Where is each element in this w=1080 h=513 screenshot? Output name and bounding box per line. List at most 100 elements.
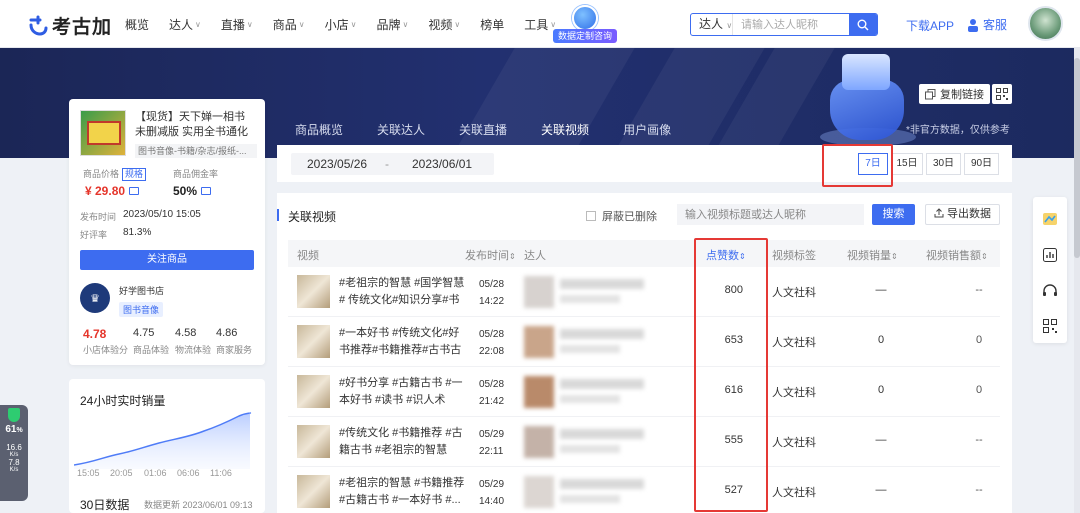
table-row[interactable]: #传统文化 #书籍推荐 #古籍古书 #老祖宗的智慧 05/29 22:11 555… (288, 417, 1000, 467)
chevron-down-icon: ∨ (402, 19, 409, 29)
hide-deleted-toggle[interactable]: 屏蔽已删除 (586, 208, 657, 224)
nav-item-brand[interactable]: 品牌 ∨ (377, 16, 409, 33)
nav-item-tools[interactable]: 工具 ∨ (524, 16, 556, 33)
video-search-input[interactable] (677, 204, 864, 225)
upload-speed: 16.6 (6, 443, 22, 452)
video-thumbnail[interactable] (297, 425, 330, 458)
table-row[interactable]: #老祖宗的智慧 #国学智慧# 传统文化#知识分享#书籍... 05/28 14:2… (288, 267, 1000, 317)
nav-item-talent[interactable]: 达人 ∨ (169, 16, 201, 33)
shop-name[interactable]: 好学图书店 (119, 284, 164, 297)
video-title[interactable]: #老祖宗的智慧 #国学智慧# 传统文化#知识分享#书籍... (339, 275, 469, 309)
period-30d-button[interactable]: 30日 (926, 153, 961, 175)
spec-tag[interactable]: 规格 (122, 168, 147, 181)
detail-tabs: 商品概览 关联达人 关联直播 关联视频 用户画像 (295, 121, 671, 148)
period-15d-button[interactable]: 15日 (891, 153, 923, 175)
video-tag: 人文社科 (772, 287, 816, 299)
nav-item-shop[interactable]: 小店 ∨ (325, 16, 357, 33)
tab-related-video[interactable]: 关联视频 (541, 121, 590, 148)
table-row[interactable]: #老祖宗的智慧 #书籍推荐 #古籍古书 #一本好书 #... 05/29 14:4… (288, 467, 1000, 513)
talent-avatar-blurred[interactable] (524, 326, 554, 358)
publish-date: 05/28 (479, 329, 505, 340)
video-thumbnail[interactable] (297, 325, 330, 358)
col-publish-time[interactable]: 发布时间⇕ (465, 247, 516, 263)
headset-icon[interactable] (1041, 282, 1059, 300)
talent-info-blurred (560, 345, 620, 353)
product-image[interactable] (80, 110, 126, 156)
time-tick: 15:05 (77, 468, 100, 478)
nav-item-ranking[interactable]: 榜单 (480, 16, 504, 33)
product-title[interactable]: 【现货】天下婵一相书 未删减版 实用全书通化 … (135, 110, 257, 140)
search-button[interactable] (849, 14, 877, 35)
table-row[interactable]: #好书分享 #古籍古书 #一本好书 #读书 #识人术 05/28 21:42 61… (288, 367, 1000, 417)
commission-value: 50% (173, 184, 198, 198)
follow-product-button[interactable]: 关注商品 (80, 250, 254, 270)
col-video-tag: 视频标签 (772, 250, 816, 262)
brand-logo[interactable]: 考古加 (28, 12, 112, 39)
page-scrollbar[interactable] (1074, 48, 1080, 513)
table-row[interactable]: #一本好书 #传统文化#好书推荐#书籍推荐#古书古籍 05/2822:08 65… (288, 317, 1000, 367)
video-thumbnail[interactable] (297, 475, 330, 508)
col-video-sales[interactable]: 视频销量⇕ (847, 247, 898, 263)
tab-related-talent[interactable]: 关联达人 (377, 121, 425, 148)
talent-search-input[interactable] (733, 14, 849, 35)
copy-link-button[interactable]: 复制链接 (919, 84, 990, 104)
download-app-link[interactable]: 下载APP (906, 17, 954, 34)
video-sales: — (875, 284, 887, 296)
export-button[interactable]: 导出数据 (925, 204, 1000, 225)
tab-user-profile[interactable]: 用户画像 (623, 121, 671, 148)
talent-avatar-blurred[interactable] (524, 376, 554, 408)
user-avatar[interactable] (1028, 6, 1063, 41)
talent-avatar-blurred[interactable] (524, 426, 554, 458)
talent-name-blurred (560, 279, 644, 289)
nav-label: 榜单 (480, 17, 505, 32)
nav-item-live[interactable]: 直播 ∨ (221, 16, 253, 33)
video-search-button[interactable]: 搜索 (872, 204, 915, 225)
export-icon (934, 208, 944, 218)
export-label: 导出数据 (947, 208, 992, 220)
shop-logo[interactable]: ♛ (80, 283, 110, 313)
col-video-amount[interactable]: 视频销售额⇕ (926, 247, 988, 263)
data-consult-badge[interactable]: 数据定制咨询 (553, 5, 617, 43)
price-label: 商品价格 规格 (83, 167, 147, 181)
video-thumbnail[interactable] (297, 375, 330, 408)
talent-avatar-blurred[interactable] (524, 476, 554, 508)
end-date: 2023/06/01 (412, 157, 473, 171)
video-title[interactable]: #老祖宗的智慧 #书籍推荐 #古籍古书 #一本好书 #... (339, 475, 469, 509)
highlight-box-likes (694, 238, 768, 512)
qrcode-button[interactable] (992, 84, 1012, 104)
video-amount: 0 (975, 334, 983, 346)
date-range-picker[interactable]: 2023/05/26 - 2023/06/01 (291, 153, 494, 175)
period-90d-button[interactable]: 90日 (964, 153, 999, 175)
hide-deleted-label: 屏蔽已删除 (602, 211, 657, 223)
network-speed-widget[interactable]: 61% 16.6 K/s 7.8 K/s (0, 405, 28, 501)
checkbox[interactable] (586, 211, 596, 221)
video-title[interactable]: #传统文化 #书籍推荐 #古籍古书 #老祖宗的智慧 (339, 425, 469, 459)
related-video-panel: 关联视频 屏蔽已删除 搜索 导出数据 视频 发布时间⇕ 达人 点赞数⇕ 视频标签… (277, 193, 1012, 513)
qrcode-icon[interactable] (1041, 317, 1059, 335)
publish-label: 发布时间 (80, 212, 117, 222)
talent-search: 达人 ∨ (690, 13, 878, 36)
realtime-sales-chart[interactable] (74, 407, 260, 477)
map-icon[interactable] (1041, 210, 1059, 228)
video-thumbnail[interactable] (297, 275, 330, 308)
date-separator: - (385, 157, 389, 171)
talent-avatar-blurred[interactable] (524, 276, 554, 308)
trend-chart-icon[interactable] (201, 187, 212, 195)
video-title[interactable]: #一本好书 #传统文化#好书推荐#书籍推荐#古书古籍 (339, 325, 469, 359)
main-menu: 概览 达人 ∨ 直播 ∨ 商品 ∨ 小店 ∨ 品牌 ∨ 视频 ∨ 榜单 工具 ∨ (125, 0, 576, 48)
nav-item-overview[interactable]: 概览 (125, 16, 149, 33)
top-navbar: 考古加 概览 达人 ∨ 直播 ∨ 商品 ∨ 小店 ∨ 品牌 ∨ 视频 ∨ 榜单 工具 ∨ 数据… (0, 0, 1080, 48)
col-publish-label: 发布时间 (465, 250, 509, 262)
trend-chart-icon[interactable] (129, 187, 140, 195)
video-title[interactable]: #好书分享 #古籍古书 #一本好书 #读书 #识人术 (339, 375, 469, 409)
book-cover (87, 121, 121, 145)
tab-related-live[interactable]: 关联直播 (459, 121, 507, 148)
chart-icon[interactable] (1041, 246, 1059, 264)
chevron-down-icon: ∨ (195, 19, 201, 29)
customer-service-link[interactable]: 客服 (966, 16, 1007, 33)
scrollbar-thumb[interactable] (1074, 58, 1080, 258)
nav-item-goods[interactable]: 商品 ∨ (273, 16, 305, 33)
search-type-select[interactable]: 达人 ∨ (691, 14, 733, 35)
tab-product-overview[interactable]: 商品概览 (295, 121, 343, 148)
nav-item-video[interactable]: 视频 ∨ (428, 16, 460, 33)
